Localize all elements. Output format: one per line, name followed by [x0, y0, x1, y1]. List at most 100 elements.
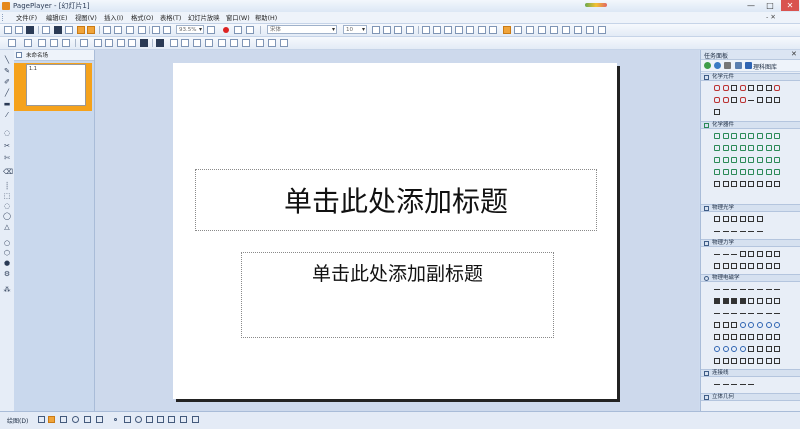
textbox-draw-icon[interactable] — [168, 416, 175, 423]
minimize-button[interactable]: — — [742, 0, 760, 11]
chem-item-icon[interactable] — [756, 97, 763, 103]
chem-item-icon[interactable] — [714, 85, 720, 91]
apparatus-icon[interactable] — [714, 133, 720, 139]
numbering-icon[interactable] — [489, 26, 497, 34]
chem-item-icon[interactable] — [731, 85, 738, 91]
apparatus-icon[interactable] — [731, 181, 738, 187]
apparatus-icon[interactable] — [714, 181, 720, 187]
bracket-icon[interactable] — [8, 39, 16, 47]
connector-item-icon[interactable] — [748, 384, 755, 385]
em-item-icon[interactable] — [722, 289, 729, 290]
em-item-icon[interactable] — [714, 289, 720, 290]
task-pane-nav-label[interactable]: 理科图库 — [753, 62, 777, 71]
align-left-icon[interactable] — [422, 26, 430, 34]
rotate-right-icon[interactable] — [230, 39, 238, 47]
chem-item-icon[interactable] — [748, 85, 755, 91]
menu-help[interactable]: 帮助(H) — [255, 13, 277, 22]
optics-item-icon[interactable] — [731, 231, 738, 232]
section-chem-apparatus[interactable]: 化学器件 — [701, 121, 800, 129]
ungroup-icon[interactable] — [268, 39, 276, 47]
line-spacing-icon[interactable] — [466, 26, 474, 34]
em-item-icon[interactable] — [774, 358, 781, 364]
em-item-icon[interactable] — [748, 298, 755, 304]
lasso-icon[interactable]: ◌ — [3, 129, 11, 137]
em-item-icon[interactable] — [774, 289, 781, 290]
subscript-x-icon[interactable] — [574, 26, 582, 34]
grid-icon[interactable] — [24, 39, 32, 47]
apparatus-icon[interactable] — [765, 157, 772, 163]
connector-item-icon[interactable] — [731, 384, 738, 385]
em-item-icon[interactable] — [774, 322, 781, 328]
optics-item-icon[interactable] — [731, 216, 738, 222]
symbol-icon[interactable] — [550, 26, 558, 34]
em-item-icon[interactable] — [714, 358, 720, 364]
slide-pane-tab[interactable]: 未命名场 — [14, 50, 94, 61]
em-item-icon[interactable] — [722, 334, 729, 340]
merge-icon[interactable] — [105, 39, 113, 47]
back-icon[interactable] — [704, 62, 711, 69]
apparatus-icon[interactable] — [714, 169, 720, 175]
eraser-icon[interactable]: ⌫ — [3, 168, 13, 176]
dropdown-icon[interactable] — [724, 62, 731, 69]
new-file-icon[interactable] — [4, 26, 12, 34]
menu-grip-icon[interactable] — [2, 14, 6, 21]
em-item-icon[interactable] — [765, 334, 772, 340]
apparatus-icon[interactable] — [722, 181, 729, 187]
optics-item-icon[interactable] — [722, 231, 729, 232]
mechanics-item-icon[interactable] — [739, 251, 746, 257]
subtitle-placeholder[interactable]: 单击此处添加副标题 — [241, 252, 554, 338]
free-rotate-icon[interactable] — [48, 416, 55, 423]
em-item-icon[interactable] — [765, 322, 772, 328]
menu-window[interactable]: 窗口(W) — [226, 13, 250, 22]
mechanics-item-icon[interactable] — [765, 251, 772, 257]
menu-table[interactable]: 表格(T) — [160, 13, 181, 22]
apparatus-icon[interactable] — [714, 145, 720, 151]
em-item-icon[interactable] — [731, 322, 738, 328]
marker-tool-icon[interactable]: ✐ — [3, 78, 11, 86]
chem-item-icon[interactable] — [739, 97, 746, 103]
apparatus-icon[interactable] — [739, 145, 746, 151]
apparatus-icon[interactable] — [748, 145, 755, 151]
em-item-icon[interactable] — [714, 313, 720, 314]
em-item-icon[interactable] — [765, 358, 772, 364]
em-item-icon[interactable] — [739, 322, 746, 328]
apparatus-icon[interactable] — [722, 145, 729, 151]
em-item-icon[interactable] — [748, 289, 755, 290]
line-tool-icon[interactable]: ╲ — [3, 56, 11, 64]
apparatus-icon[interactable] — [739, 157, 746, 163]
optics-item-icon[interactable] — [739, 231, 746, 232]
circle-draw-icon[interactable] — [72, 416, 79, 423]
em-item-icon[interactable] — [714, 298, 720, 304]
em-item-icon[interactable] — [722, 346, 729, 352]
em-item-icon[interactable] — [731, 313, 738, 314]
slide-canvas[interactable]: 单击此处添加标题 单击此处添加副标题 — [173, 63, 617, 399]
connector-item-icon[interactable] — [722, 384, 729, 385]
play-icon[interactable] — [42, 26, 50, 34]
optics-item-icon[interactable] — [714, 231, 720, 232]
mechanics-item-icon[interactable] — [774, 251, 781, 257]
em-item-icon[interactable] — [756, 313, 763, 314]
apparatus-icon[interactable] — [739, 169, 746, 175]
apparatus-icon[interactable] — [756, 133, 763, 139]
chem-item-icon[interactable] — [765, 97, 772, 103]
em-item-icon[interactable] — [774, 334, 781, 340]
mechanics-item-icon[interactable] — [756, 263, 763, 269]
format-painter-icon[interactable] — [87, 26, 95, 34]
em-item-icon[interactable] — [731, 334, 738, 340]
save-icon[interactable] — [26, 26, 34, 34]
close-button[interactable]: ✕ — [781, 0, 799, 11]
select-arrow-icon[interactable] — [38, 416, 45, 423]
em-item-icon[interactable] — [714, 322, 720, 328]
brush-icon[interactable] — [77, 26, 85, 34]
chem-item-icon[interactable] — [756, 85, 763, 91]
thick-line-icon[interactable]: ▬ — [3, 100, 11, 108]
formula-icon[interactable] — [562, 26, 570, 34]
cut-icon[interactable] — [103, 26, 111, 34]
font-size-select[interactable]: 10 — [343, 25, 367, 34]
draw-menu-button[interactable]: 绘图(D) — [7, 416, 28, 425]
sum-icon[interactable] — [62, 39, 70, 47]
section-connectors[interactable]: 连接线 — [701, 369, 800, 377]
apparatus-icon[interactable] — [756, 169, 763, 175]
em-item-icon[interactable] — [774, 346, 781, 352]
menu-window-controls[interactable]: - ✕ — [766, 13, 776, 21]
